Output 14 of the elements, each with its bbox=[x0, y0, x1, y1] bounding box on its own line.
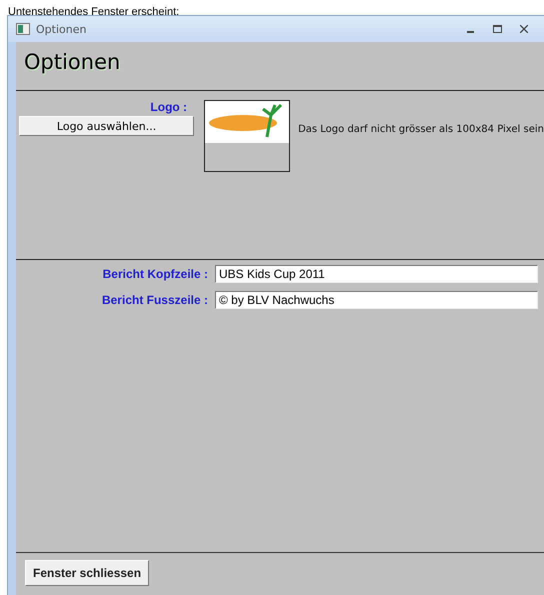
close-icon[interactable] bbox=[520, 25, 528, 33]
maximize-icon[interactable] bbox=[493, 25, 502, 33]
logo-size-hint: Das Logo darf nicht grösser als 100x84 Pixel sein bbox=[298, 124, 544, 137]
text-field[interactable]: UBS Kids Cup 2011 bbox=[215, 265, 538, 283]
logo-label: Logo : bbox=[150, 100, 188, 114]
app-icon bbox=[16, 23, 30, 35]
window-title: Optionen bbox=[36, 22, 88, 36]
field-label: Bericht Kopfzeile : bbox=[102, 267, 208, 281]
field-label: Bericht Fusszeile : bbox=[100, 293, 208, 307]
choose-logo-button[interactable]: Logo auswählen... bbox=[19, 116, 194, 136]
close-window-button[interactable]: Fenster schliessen bbox=[25, 560, 150, 586]
text-field[interactable]: © by BLV Nachwuchs bbox=[215, 291, 538, 309]
caption-text: Untenstehendes Fenster erscheint: bbox=[8, 6, 180, 18]
page-heading: Optionen bbox=[23, 49, 122, 76]
